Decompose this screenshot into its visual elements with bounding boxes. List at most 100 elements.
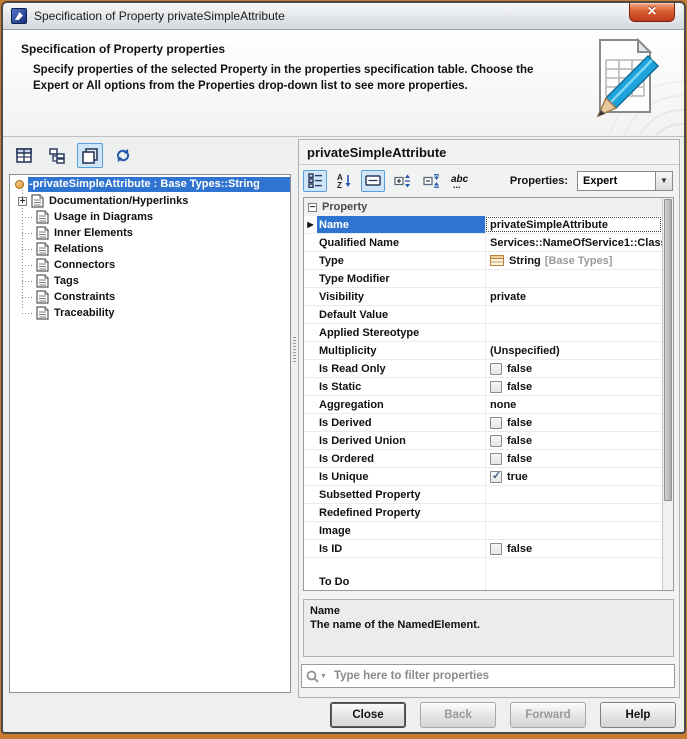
tree-item-label: Connectors <box>54 259 115 271</box>
property-value[interactable]: none <box>485 396 662 413</box>
properties-mode-value: Expert <box>577 171 655 191</box>
property-row-is-derived-union[interactable]: Is Derived Unionfalse <box>304 432 662 450</box>
document-icon <box>36 242 49 256</box>
property-row-subsetted-property[interactable]: Subsetted Property <box>304 486 662 504</box>
categorized-view-icon[interactable] <box>303 170 327 192</box>
property-row-image[interactable]: Image <box>304 522 662 540</box>
close-window-button[interactable]: ✕ <box>629 3 675 22</box>
tree-item-tags[interactable]: Tags <box>10 273 290 289</box>
dialog-body: -privateSimpleAttribute : Base Types::St… <box>3 137 684 732</box>
property-value[interactable]: privateSimpleAttribute <box>485 216 662 233</box>
property-value[interactable]: false <box>485 360 662 377</box>
expand-plus-icon[interactable] <box>18 197 27 206</box>
property-value[interactable]: false <box>485 432 662 449</box>
property-value[interactable]: private <box>485 288 662 305</box>
refresh-icon[interactable] <box>110 143 136 168</box>
checkbox-unchecked-icon[interactable] <box>490 417 502 429</box>
property-row-is-id[interactable]: Is IDfalse <box>304 540 662 558</box>
property-label: Default Value <box>317 306 485 323</box>
property-value[interactable]: false <box>485 450 662 467</box>
property-value[interactable]: (Unspecified) <box>485 342 662 359</box>
close-button[interactable]: Close <box>330 702 406 728</box>
tree-item-relations[interactable]: Relations <box>10 241 290 257</box>
checkbox-unchecked-icon[interactable] <box>490 453 502 465</box>
property-row-is-static[interactable]: Is Staticfalse <box>304 378 662 396</box>
checkbox-unchecked-icon[interactable] <box>490 543 502 555</box>
filter-properties-input[interactable] <box>332 669 670 683</box>
property-row-type[interactable]: TypeString[Base Types] <box>304 252 662 270</box>
property-row-default-value[interactable]: Default Value <box>304 306 662 324</box>
property-value[interactable]: String[Base Types] <box>485 252 662 269</box>
property-row-is-ordered[interactable]: Is Orderedfalse <box>304 450 662 468</box>
scrollbar-thumb[interactable] <box>664 199 672 501</box>
property-group-header[interactable]: Property <box>304 198 662 216</box>
document-icon <box>36 290 49 304</box>
tree-root-item[interactable]: -privateSimpleAttribute : Base Types::St… <box>10 175 290 193</box>
checkbox-unchecked-icon[interactable] <box>490 363 502 375</box>
tree-item-traceability[interactable]: Traceability <box>10 305 290 321</box>
vertical-scrollbar[interactable] <box>662 198 673 590</box>
tree-toolbar <box>11 143 136 168</box>
tree-item-label: Documentation/Hyperlinks <box>49 195 188 207</box>
back-button[interactable]: Back <box>420 702 496 728</box>
property-value[interactable] <box>485 522 662 539</box>
panel-splitter[interactable] <box>291 137 298 692</box>
expand-all-icon[interactable] <box>390 170 414 192</box>
tree-item-label: Tags <box>54 275 79 287</box>
properties-mode-select[interactable]: Expert ▼ <box>577 171 673 191</box>
property-label: Is Read Only <box>317 360 485 377</box>
tree-item-connectors[interactable]: Connectors <box>10 257 290 273</box>
property-row-redefined-property[interactable]: Redefined Property <box>304 504 662 522</box>
tree-item-constraints[interactable]: Constraints <box>10 289 290 305</box>
property-label: Is Derived Union <box>317 432 485 449</box>
property-value[interactable]: true <box>485 468 662 485</box>
checkbox-checked-icon[interactable] <box>490 471 502 483</box>
property-row-type-modifier[interactable]: Type Modifier <box>304 270 662 288</box>
tree-item-label: Constraints <box>54 291 115 303</box>
property-row-applied-stereotype[interactable]: Applied Stereotype <box>304 324 662 342</box>
property-row-is-derived[interactable]: Is Derivedfalse <box>304 414 662 432</box>
property-row-qualified-name[interactable]: Qualified NameServices::NameOfService1::… <box>304 234 662 252</box>
checkbox-unchecked-icon[interactable] <box>490 381 502 393</box>
collapse-group-icon[interactable] <box>308 203 317 212</box>
description-title: Name <box>310 604 667 618</box>
checkbox-unchecked-icon[interactable] <box>490 435 502 447</box>
search-icon[interactable]: ▼ <box>306 670 327 683</box>
property-row-name[interactable]: ▶NameprivateSimpleAttribute <box>304 216 662 234</box>
title-bar[interactable]: Specification of Property privateSimpleA… <box>3 3 684 30</box>
property-value[interactable] <box>485 486 662 503</box>
property-row-multiplicity[interactable]: Multiplicity(Unspecified) <box>304 342 662 360</box>
collapse-all-icon[interactable] <box>419 170 443 192</box>
help-button[interactable]: Help <box>600 702 676 728</box>
tree-item-documentation-hyperlinks[interactable]: Documentation/Hyperlinks <box>10 193 290 209</box>
property-value[interactable]: Services::NameOfService1::Class <box>485 234 662 251</box>
property-row-visibility[interactable]: Visibilityprivate <box>304 288 662 306</box>
property-value[interactable]: false <box>485 414 662 431</box>
tree-view-icon[interactable] <box>44 143 70 168</box>
customize-abc-icon[interactable]: abc... <box>448 170 472 192</box>
window-title: Specification of Property privateSimpleA… <box>34 9 285 23</box>
property-value[interactable] <box>485 558 662 591</box>
property-value[interactable]: false <box>485 540 662 557</box>
forward-button[interactable]: Forward <box>510 702 586 728</box>
property-value[interactable] <box>485 306 662 323</box>
row-gutter: ▶ <box>304 220 317 229</box>
tree-connector <box>22 233 34 234</box>
property-value[interactable] <box>485 270 662 287</box>
tree-item-usage-in-diagrams[interactable]: Usage in Diagrams <box>10 209 290 225</box>
sort-alphabetically-icon[interactable]: AZ <box>332 170 356 192</box>
grid-view-icon[interactable] <box>11 143 37 168</box>
show-description-icon[interactable] <box>361 170 385 192</box>
property-row-to-do[interactable]: To Do <box>304 558 662 591</box>
property-row-is-read-only[interactable]: Is Read Onlyfalse <box>304 360 662 378</box>
property-value[interactable] <box>485 324 662 341</box>
standard-mode-icon[interactable] <box>77 143 103 168</box>
property-label: Qualified Name <box>317 234 485 251</box>
filter-field[interactable]: ▼ <box>301 664 675 688</box>
property-value[interactable]: false <box>485 378 662 395</box>
tree-item-inner-elements[interactable]: Inner Elements <box>10 225 290 241</box>
property-row-is-unique[interactable]: Is Uniquetrue <box>304 468 662 486</box>
property-value[interactable] <box>485 504 662 521</box>
document-icon <box>36 210 49 224</box>
property-row-aggregation[interactable]: Aggregationnone <box>304 396 662 414</box>
